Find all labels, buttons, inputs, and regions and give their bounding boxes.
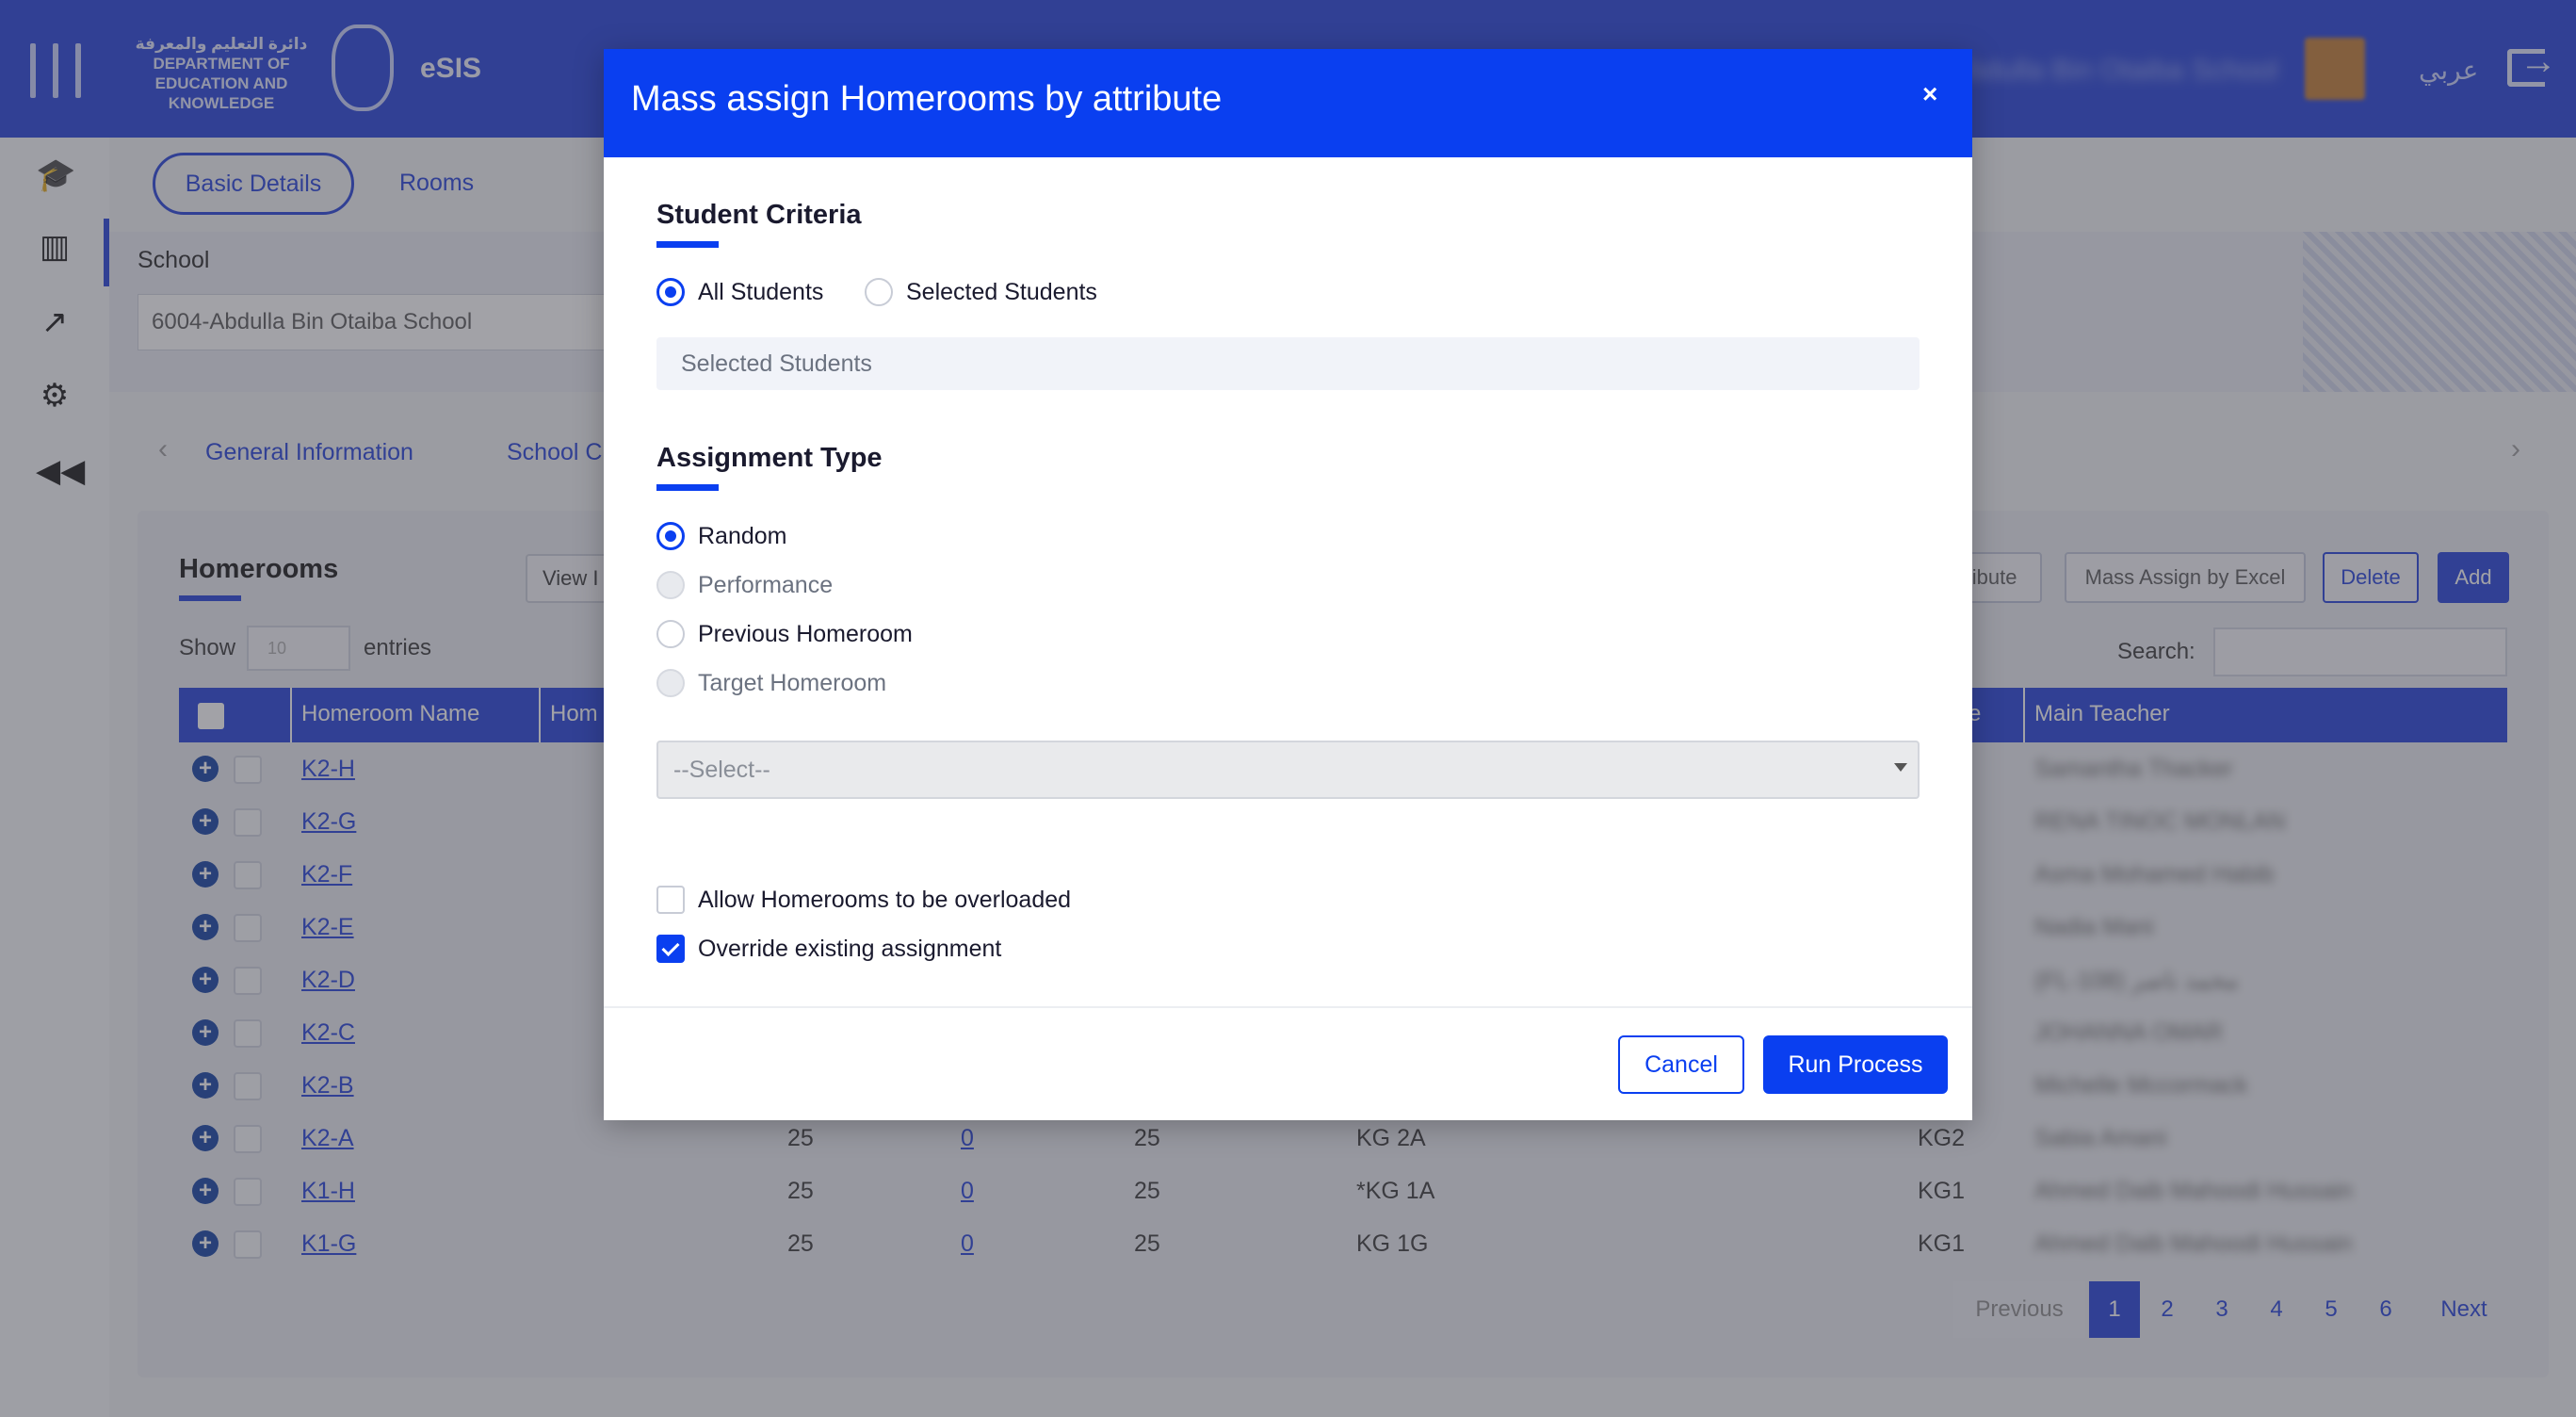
modal-header: Mass assign Homerooms by attribute × <box>604 49 1972 157</box>
assignment-type-underline <box>656 484 719 491</box>
override-existing-checkbox[interactable] <box>656 935 685 963</box>
random-radio[interactable] <box>656 522 685 550</box>
selected-students-radio[interactable] <box>865 278 893 306</box>
attribute-select-value: --Select-- <box>673 757 770 783</box>
allow-overloaded-label[interactable]: Allow Homerooms to be overloaded <box>698 887 1071 914</box>
assignment-type-title: Assignment Type <box>656 443 883 473</box>
selected-students-field[interactable]: Selected Students <box>656 337 1920 390</box>
performance-label: Performance <box>698 572 834 598</box>
all-students-radio[interactable] <box>656 278 685 306</box>
cancel-button[interactable]: Cancel <box>1618 1035 1744 1094</box>
student-criteria-title: Student Criteria <box>656 200 862 230</box>
mass-assign-modal: Mass assign Homerooms by attribute × Stu… <box>604 49 1972 1120</box>
student-criteria-underline <box>656 241 719 248</box>
modal-title: Mass assign Homerooms by attribute <box>631 79 1223 119</box>
performance-radio <box>656 571 685 599</box>
target-homeroom-label: Target Homeroom <box>698 670 887 696</box>
random-label[interactable]: Random <box>698 523 787 550</box>
modal-footer-divider <box>604 1006 1972 1008</box>
caret-down-icon <box>1894 763 1907 772</box>
allow-overloaded-checkbox[interactable] <box>656 886 685 914</box>
close-icon[interactable]: × <box>1922 79 1937 109</box>
target-homeroom-radio <box>656 669 685 697</box>
previous-homeroom-label[interactable]: Previous Homeroom <box>698 621 913 648</box>
attribute-select[interactable]: --Select-- <box>656 741 1920 799</box>
previous-homeroom-radio[interactable] <box>656 620 685 648</box>
all-students-label[interactable]: All Students <box>698 279 823 306</box>
run-process-button[interactable]: Run Process <box>1763 1035 1948 1094</box>
selected-students-label[interactable]: Selected Students <box>906 279 1097 306</box>
override-existing-label[interactable]: Override existing assignment <box>698 936 1001 963</box>
